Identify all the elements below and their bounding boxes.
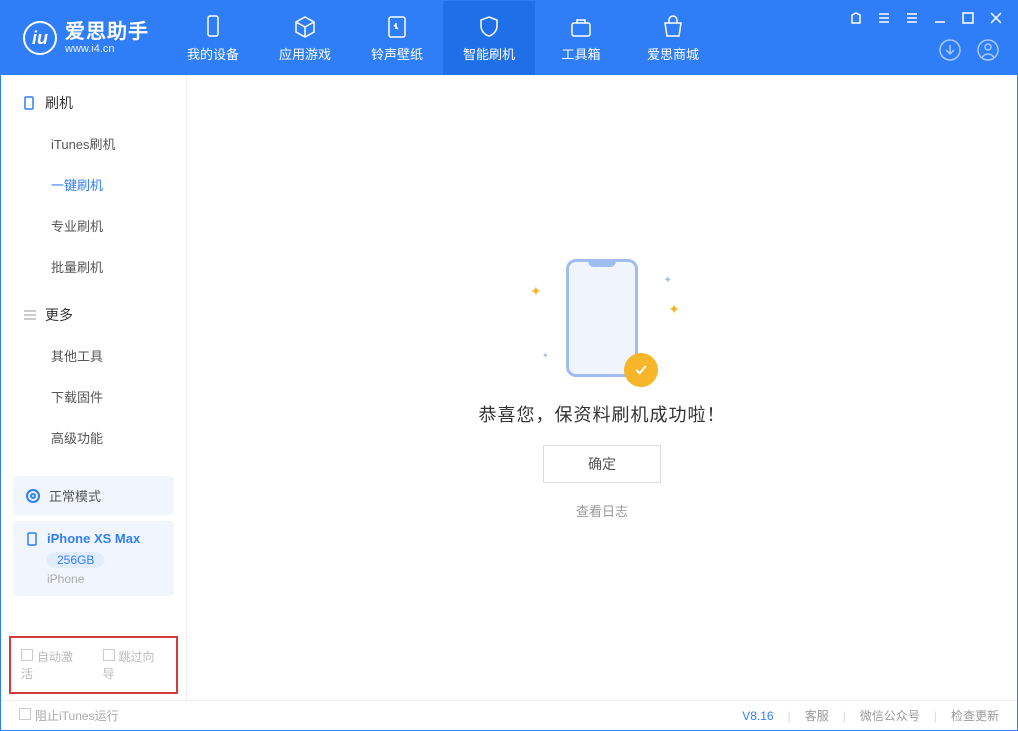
cube-icon bbox=[292, 14, 318, 40]
mode-box[interactable]: 正常模式 bbox=[13, 476, 174, 515]
nav-apps-games[interactable]: 应用游戏 bbox=[259, 1, 351, 75]
device-icon bbox=[200, 14, 226, 40]
main-nav: 我的设备 应用游戏 铃声壁纸 智能刷机 工具箱 爱思商城 bbox=[167, 1, 719, 75]
device-icon bbox=[25, 532, 39, 546]
more-icon bbox=[23, 308, 37, 322]
footer-link-support[interactable]: 客服 bbox=[805, 707, 829, 724]
ok-button[interactable]: 确定 bbox=[543, 445, 661, 483]
menu-icon[interactable] bbox=[905, 11, 919, 25]
app-title: 爱思助手 bbox=[65, 21, 149, 43]
footer-link-wechat[interactable]: 微信公众号 bbox=[860, 707, 920, 724]
mode-icon bbox=[25, 488, 41, 504]
sidebar: 刷机 iTunes刷机 一键刷机 专业刷机 批量刷机 更多 其他工具 下载固件 … bbox=[1, 75, 187, 700]
highlighted-options: 自动激活 跳过向导 bbox=[9, 636, 178, 694]
main-content: ✦✦✦✦ 恭喜您，保资料刷机成功啦！ 确定 查看日志 bbox=[187, 75, 1017, 700]
toolbox-icon bbox=[568, 14, 594, 40]
sidebar-item-download-fw[interactable]: 下载固件 bbox=[1, 376, 186, 417]
block-itunes-checkbox[interactable]: 阻止iTunes运行 bbox=[19, 707, 119, 724]
nav-ringtones[interactable]: 铃声壁纸 bbox=[351, 1, 443, 75]
shirt-icon[interactable] bbox=[849, 11, 863, 25]
music-icon bbox=[384, 14, 410, 40]
sidebar-section-flash: 刷机 bbox=[1, 75, 186, 123]
section-title: 刷机 bbox=[45, 93, 73, 113]
sidebar-item-batch-flash[interactable]: 批量刷机 bbox=[1, 246, 186, 287]
nav-label: 我的设备 bbox=[187, 44, 239, 63]
nav-toolbox[interactable]: 工具箱 bbox=[535, 1, 627, 75]
sidebar-item-oneclick-flash[interactable]: 一键刷机 bbox=[1, 164, 186, 205]
maximize-icon[interactable] bbox=[961, 11, 975, 25]
auto-activate-checkbox[interactable]: 自动激活 bbox=[21, 648, 85, 682]
mode-label: 正常模式 bbox=[49, 486, 101, 505]
store-icon bbox=[660, 14, 686, 40]
sidebar-item-pro-flash[interactable]: 专业刷机 bbox=[1, 205, 186, 246]
success-message: 恭喜您，保资料刷机成功啦！ bbox=[479, 401, 726, 427]
nav-label: 应用游戏 bbox=[279, 44, 331, 63]
footer: 阻止iTunes运行 V8.16 | 客服 | 微信公众号 | 检查更新 bbox=[1, 700, 1017, 730]
user-icon[interactable] bbox=[976, 38, 1000, 62]
sidebar-item-other-tools[interactable]: 其他工具 bbox=[1, 335, 186, 376]
device-capacity: 256GB bbox=[47, 552, 104, 568]
sidebar-section-more: 更多 bbox=[1, 287, 186, 335]
nav-flash[interactable]: 智能刷机 bbox=[443, 1, 535, 75]
device-name: iPhone XS Max bbox=[47, 531, 140, 546]
sidebar-item-itunes-flash[interactable]: iTunes刷机 bbox=[1, 123, 186, 164]
success-illustration: ✦✦✦✦ bbox=[552, 255, 652, 383]
skip-guide-checkbox[interactable]: 跳过向导 bbox=[103, 648, 167, 682]
phone-icon bbox=[23, 96, 37, 110]
footer-link-update[interactable]: 检查更新 bbox=[951, 707, 999, 724]
device-type: iPhone bbox=[47, 572, 162, 586]
device-box[interactable]: iPhone XS Max 256GB iPhone bbox=[13, 521, 174, 596]
download-icon[interactable] bbox=[938, 38, 962, 62]
app-logo: iu 爱思助手 www.i4.cn bbox=[1, 1, 167, 75]
version-label: V8.16 bbox=[742, 709, 773, 723]
checkbox-label: 阻止iTunes运行 bbox=[35, 709, 119, 723]
shield-icon bbox=[476, 14, 502, 40]
header: iu 爱思助手 www.i4.cn 我的设备 应用游戏 铃声壁纸 智能刷机 工具… bbox=[1, 1, 1017, 75]
nav-my-device[interactable]: 我的设备 bbox=[167, 1, 259, 75]
section-title: 更多 bbox=[45, 305, 73, 325]
app-subtitle: www.i4.cn bbox=[65, 43, 149, 55]
view-log-link[interactable]: 查看日志 bbox=[576, 501, 628, 520]
logo-icon: iu bbox=[23, 21, 57, 55]
sidebar-item-advanced[interactable]: 高级功能 bbox=[1, 417, 186, 458]
minimize-icon[interactable] bbox=[933, 11, 947, 25]
nav-label: 智能刷机 bbox=[463, 44, 515, 63]
nav-label: 铃声壁纸 bbox=[371, 44, 423, 63]
nav-store[interactable]: 爱思商城 bbox=[627, 1, 719, 75]
close-icon[interactable] bbox=[989, 11, 1003, 25]
nav-label: 工具箱 bbox=[561, 44, 600, 63]
check-badge-icon bbox=[624, 353, 658, 387]
nav-label: 爱思商城 bbox=[647, 44, 699, 63]
list-icon[interactable] bbox=[877, 11, 891, 25]
header-actions bbox=[938, 38, 1000, 62]
